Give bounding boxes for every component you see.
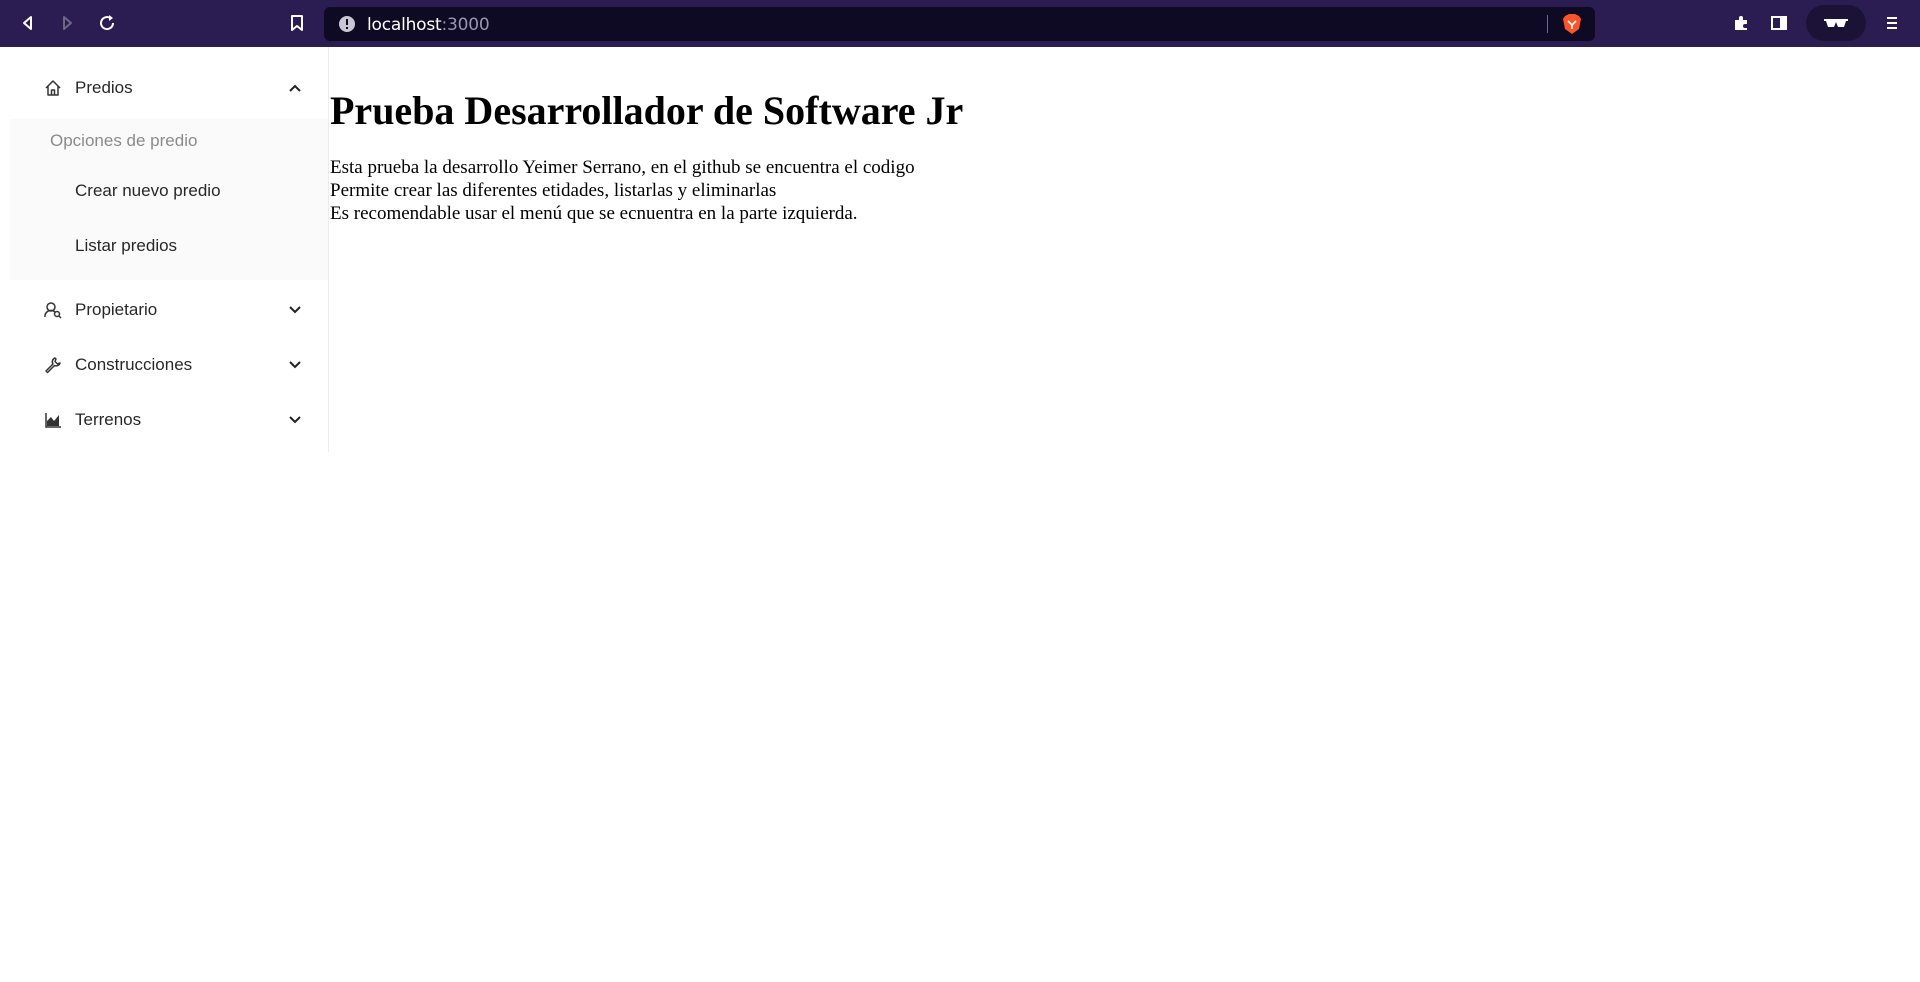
wrench-icon [45,357,61,374]
forward-arrow-icon [63,16,72,30]
menu-item-label: Terrenos [75,410,142,429]
url-port: :3000 [441,15,490,35]
submenu-group-title: Opciones de predio [50,131,198,150]
private-profile-button[interactable] [1806,5,1866,41]
menu-item-label: Propietario [75,300,158,319]
bookmark-button[interactable] [281,8,313,38]
predios-submenu: Opciones de predio Crear nuevo predio Li… [10,119,328,280]
hamburger-icon [1887,17,1897,29]
submenu-item-label: Crear nuevo predio [75,181,221,200]
menu-item-terrenos[interactable]: Terrenos [10,395,328,445]
forward-button[interactable] [51,8,83,38]
area-chart-icon [45,413,61,428]
description: Esta prueba la desarrollo Yeimer Serrano… [330,156,1910,225]
chevron-down-icon [289,416,301,424]
chevron-down-icon [289,306,301,314]
user-search-icon [44,302,62,319]
home-icon [45,80,61,96]
bookmark-icon [291,15,303,31]
puzzle-icon [1735,16,1747,30]
submenu-item-listar-predios[interactable]: Listar predios [10,225,328,269]
submenu-item-crear-predio[interactable]: Crear nuevo predio [10,170,328,214]
browser-toolbar: localhost:3000 [0,0,1920,47]
submenu-item-label: Listar predios [75,236,178,255]
extensions-button[interactable] [1725,8,1757,38]
chevron-down-icon [289,361,301,369]
description-line: Es recomendable usar el menú que se ecnu… [330,203,858,224]
back-button[interactable] [12,8,44,38]
page-title: Prueba Desarrollador de Software Jr [330,88,964,133]
menu-item-label: Predios [75,78,133,97]
brave-shields-icon[interactable] [1562,13,1582,35]
urlbar-divider [1547,15,1548,33]
description-line: Permite crear las diferentes etidades, l… [330,180,777,201]
sidebar-menu: Predios Opciones de predio Crear nuevo p… [10,47,329,452]
site-info-icon[interactable] [338,15,356,33]
menu-item-propietario[interactable]: Propietario [10,285,328,335]
menu-item-construcciones[interactable]: Construcciones [10,340,328,390]
sunglasses-icon [1824,19,1848,27]
menu-item-label: Construcciones [75,355,193,374]
url-text[interactable]: localhost:3000 [367,15,490,35]
sidebar-panel-icon [1771,16,1787,30]
chevron-up-icon [289,84,301,92]
menu-item-predios[interactable]: Predios [10,63,328,113]
main-content: Prueba Desarrollador de Software Jr Esta… [330,47,1910,225]
back-arrow-icon [23,16,32,30]
main-menu-button[interactable] [1876,8,1908,38]
address-bar[interactable]: localhost:3000 [324,7,1595,41]
url-host: localhost [367,15,442,35]
description-line: Esta prueba la desarrollo Yeimer Serrano… [330,157,915,178]
sidebar-toggle-button[interactable] [1763,8,1795,38]
reload-button[interactable] [91,8,123,38]
reload-icon [100,15,115,31]
